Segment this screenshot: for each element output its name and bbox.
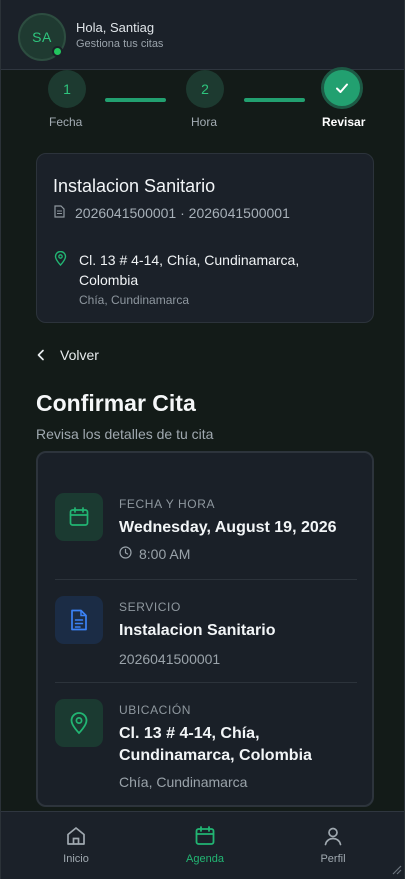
step-2-circle: 2 bbox=[186, 70, 224, 108]
page-subtitle: Revisa los detalles de tu cita bbox=[36, 426, 214, 442]
datetime-label: FECHA Y HORA bbox=[119, 497, 216, 511]
page-title: Confirmar Cita bbox=[36, 390, 196, 416]
service-label: SERVICIO bbox=[119, 600, 181, 614]
location-pin-icon bbox=[54, 251, 67, 266]
nav-item-perfil[interactable]: Perfil bbox=[298, 825, 368, 865]
job-city: Chía, Cundinamarca bbox=[79, 293, 190, 307]
location-city: Chía, Cundinamarca bbox=[119, 774, 248, 790]
location-pin-icon bbox=[70, 712, 88, 735]
appointment-time: 8:00 AM bbox=[139, 546, 191, 562]
avatar-initials: SA bbox=[32, 29, 52, 45]
back-label: Volver bbox=[60, 347, 99, 363]
divider bbox=[55, 579, 357, 580]
confirmation-card: FECHA Y HORA Wednesday, August 19, 2026 … bbox=[36, 451, 374, 807]
job-address: Cl. 13 # 4-14, Chía, Cundinamarca, Colom… bbox=[79, 252, 300, 288]
location-label: UBICACIÓN bbox=[119, 703, 192, 717]
home-icon bbox=[67, 827, 85, 845]
back-button[interactable]: Volver bbox=[36, 344, 99, 366]
nav-label-inicio: Inicio bbox=[63, 853, 89, 865]
location-row: UBICACIÓN Cl. 13 # 4-14, Chía, Cundinama… bbox=[55, 699, 357, 799]
job-summary-card: Instalacion Sanitario 2026041500001 · 20… bbox=[36, 153, 374, 323]
service-code: 2026041500001 bbox=[119, 651, 221, 667]
step-1-number: 1 bbox=[63, 81, 71, 97]
calendar-icon bbox=[69, 507, 89, 526]
nav-item-inicio[interactable]: Inicio bbox=[41, 825, 111, 865]
step-2-label: Hora bbox=[191, 115, 218, 129]
divider bbox=[55, 682, 357, 683]
step-2-number: 2 bbox=[201, 81, 209, 97]
document-icon-badge bbox=[55, 596, 103, 644]
document-icon bbox=[71, 609, 87, 631]
greeting-text: Hola, Santiag bbox=[76, 20, 155, 35]
job-title: Instalacion Sanitario bbox=[53, 176, 216, 196]
calendar-icon-badge bbox=[55, 493, 103, 541]
chevron-left-icon bbox=[37, 349, 44, 361]
location-address: Cl. 13 # 4-14, Chía, Cundinamarca, Colom… bbox=[119, 725, 312, 764]
app-header: SA Hola, Santiag Gestiona tus citas bbox=[1, 0, 404, 70]
nav-item-agenda[interactable]: Agenda bbox=[170, 825, 240, 865]
step-1-circle: 1 bbox=[48, 70, 86, 108]
check-icon bbox=[336, 83, 348, 93]
job-ids: 2026041500001 · 2026041500001 bbox=[75, 205, 290, 221]
location-icon-badge bbox=[55, 699, 103, 747]
user-icon bbox=[324, 827, 342, 846]
bottom-navigation: Inicio Agenda Perfil bbox=[1, 811, 404, 879]
greeting-subtitle: Gestiona tus citas bbox=[76, 38, 164, 50]
app-screen: SA Hola, Santiag Gestiona tus citas 1 Fe… bbox=[0, 0, 405, 879]
datetime-row: FECHA Y HORA Wednesday, August 19, 2026 … bbox=[55, 493, 357, 583]
step-connector-2 bbox=[244, 98, 305, 102]
nav-label-agenda: Agenda bbox=[186, 853, 224, 865]
step-3-circle bbox=[321, 67, 363, 109]
step-connector-1 bbox=[105, 98, 166, 102]
service-name: Instalacion Sanitario bbox=[119, 622, 276, 639]
resize-grip-icon[interactable] bbox=[390, 863, 402, 875]
calendar-icon bbox=[195, 826, 215, 845]
step-1-label: Fecha bbox=[49, 115, 83, 129]
step-3-label: Revisar bbox=[322, 115, 366, 129]
clock-icon bbox=[119, 546, 132, 559]
online-status-dot bbox=[52, 46, 63, 57]
service-row: SERVICIO Instalacion Sanitario 202604150… bbox=[55, 596, 357, 667]
nav-label-perfil: Perfil bbox=[320, 853, 346, 865]
appointment-date: Wednesday, August 19, 2026 bbox=[119, 519, 337, 536]
document-icon bbox=[54, 205, 65, 218]
